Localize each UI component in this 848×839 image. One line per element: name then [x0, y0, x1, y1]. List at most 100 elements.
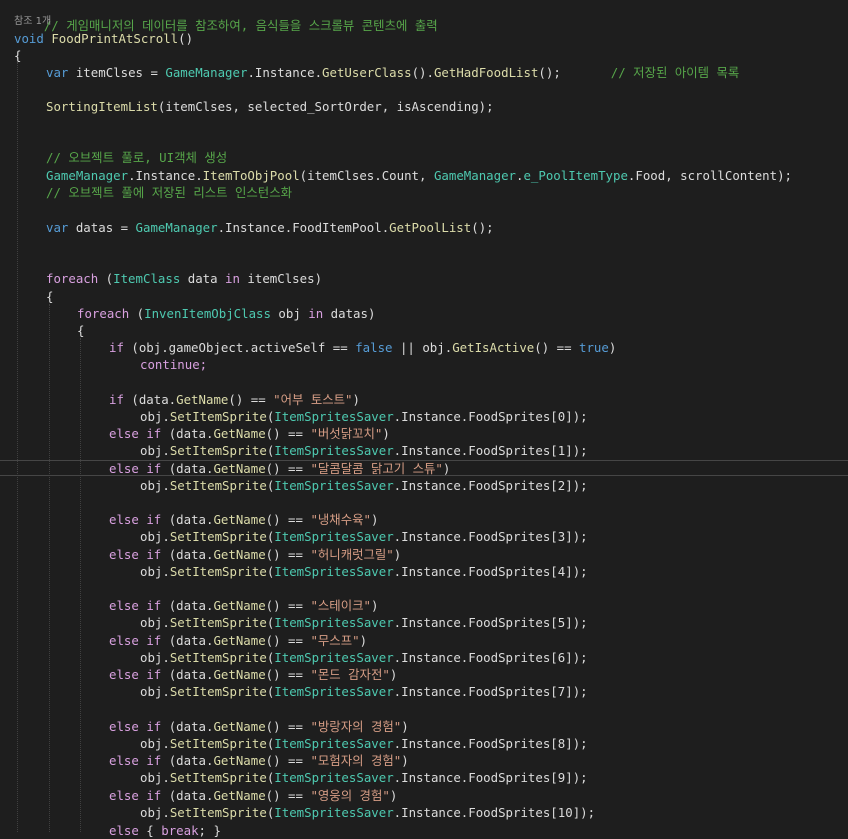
keyword-if: if	[109, 340, 124, 355]
code-line-foreach-items: foreach (ItemClass data in itemClses)	[0, 270, 848, 287]
type-name: ItemSpritesSaver	[274, 736, 394, 751]
method-call: SetItemSprite	[169, 736, 267, 751]
plain-text: () ==	[265, 547, 311, 562]
comment-text: // 오브젝트 풀로, UI객체 생성	[46, 150, 228, 165]
keyword-in: in	[225, 271, 240, 286]
plain-text: () ==	[265, 788, 311, 803]
food-name-string: "모험자의 경험"	[310, 753, 402, 768]
code-line-food-condition: else if (data.GetName() == "버섯닭꼬치")	[0, 425, 848, 442]
method-call: SetItemSprite	[169, 805, 267, 820]
type-name: ItemSpritesSaver	[274, 805, 394, 820]
code-line-food-condition: else if (data.GetName() == "무스프")	[0, 632, 848, 649]
type-name: GameManager	[433, 168, 516, 183]
keyword-else: else	[109, 426, 139, 441]
plain-text: )	[608, 340, 617, 355]
plain-text: (obj.gameObject.activeSelf ==	[123, 340, 356, 355]
plain-text: datas)	[323, 306, 376, 321]
code-line-food-sprite: obj.SetItemSprite(ItemSpritesSaver.Insta…	[0, 442, 848, 459]
method-call: ItemToObjPool	[202, 168, 300, 183]
method-call: SetItemSprite	[169, 564, 267, 579]
plain-text: )	[393, 547, 402, 562]
keyword-in: in	[308, 306, 324, 321]
method-call: GetName	[213, 547, 266, 562]
plain-text: .Food, scrollContent);	[627, 168, 793, 183]
keyword-if: if	[146, 633, 162, 648]
keyword-if: if	[146, 547, 162, 562]
code-line-else-break: else { break; }	[0, 822, 848, 839]
keyword-if: if	[146, 512, 162, 527]
plain-text: obj.	[140, 736, 170, 751]
code-line-food-condition: else if (data.GetName() == "달콤달콤 닭고기 스튜"…	[0, 460, 848, 477]
brace: {	[46, 289, 54, 304]
type-name: ItemSpritesSaver	[274, 478, 394, 493]
plain-text: data	[180, 271, 226, 286]
plain-text: (data.	[161, 788, 214, 803]
plain-text: .Instance.FoodSprites[	[393, 770, 558, 785]
method-call: GetName	[213, 512, 266, 527]
plain-text: ]);	[565, 478, 588, 493]
var-name: itemClses =	[68, 65, 166, 80]
type-name: ItemSpritesSaver	[274, 770, 394, 785]
keyword-else: else	[109, 598, 139, 613]
plain-text: (data.	[161, 667, 214, 682]
plain-text: () ==	[265, 598, 311, 613]
plain-text: (data.	[161, 461, 214, 476]
plain-text: obj.	[140, 443, 170, 458]
code-line-food-condition: else if (data.GetName() == "영웅의 경험")	[0, 787, 848, 804]
plain-text: ]);	[565, 736, 588, 751]
plain-text: .Instance.FoodSprites[	[393, 615, 558, 630]
plain-text: (data.	[161, 598, 214, 613]
code-editor[interactable]: // 게임매니저의 데이터를 참조하여, 음식들을 스크롤뷰 콘텐츠에 출력 참…	[0, 0, 848, 838]
plain-text: (data.	[123, 392, 177, 407]
plain-text: (itemClses.Count,	[299, 168, 434, 183]
keyword-if: if	[146, 598, 162, 613]
code-line-pool-call: GameManager .Instance.ItemToObjPool(itemC…	[0, 167, 848, 184]
method-call: GetName	[213, 426, 266, 441]
method-call: GetPoolList	[389, 220, 472, 235]
codelens-references[interactable]: 참조 1개	[14, 15, 51, 28]
plain-text: .Instance.FoodSprites[	[393, 564, 558, 579]
plain-text: () ==	[265, 512, 311, 527]
plain-text: )	[389, 667, 398, 682]
method-call: SetItemSprite	[169, 409, 267, 424]
code-line-continue: continue;	[0, 356, 848, 373]
code-line-food-sprite: obj.SetItemSprite(ItemSpritesSaver.Insta…	[0, 563, 848, 580]
plain-text: ]);	[565, 684, 588, 699]
keyword-else: else	[109, 823, 139, 838]
code-line-comment-header: // 게임매니저의 데이터를 참조하여, 음식들을 스크롤뷰 콘텐츠에 출력	[0, 0, 848, 33]
plain-text: )	[370, 512, 379, 527]
keyword-if: if	[146, 426, 162, 441]
code-line-foreach-datas: foreach (InvenItemObjClass obj in datas)	[0, 305, 848, 322]
keyword-foreach: foreach	[77, 306, 130, 321]
code-line-food-sprite: obj.SetItemSprite(ItemSpritesSaver.Insta…	[0, 477, 848, 494]
method-call: GetName	[213, 667, 266, 682]
keyword-var: var	[46, 220, 69, 235]
keyword-if: if	[146, 788, 162, 803]
var-name: datas =	[68, 220, 136, 235]
keyword-false: false	[355, 340, 393, 355]
method-name[interactable]: FoodPrintAtScroll	[51, 31, 178, 46]
code-line-food-condition: if (data.GetName() == "어부 토스트")	[0, 391, 848, 408]
plain-text: .Instance.FoodSprites[	[393, 409, 558, 424]
method-call: GetName	[213, 788, 266, 803]
plain-text: .Instance.	[128, 168, 203, 183]
food-name-string: "스테이크"	[310, 598, 371, 613]
food-name-string: "달콤달콤 닭고기 스튜"	[310, 461, 443, 476]
plain-text: (	[98, 271, 114, 286]
plain-text: )	[401, 719, 409, 734]
type-name: ItemSpritesSaver	[274, 650, 394, 665]
keyword-if: if	[109, 392, 124, 407]
plain-text: ; }	[198, 823, 221, 838]
plain-text: () ==	[265, 426, 311, 441]
plain-text: ]);	[565, 650, 588, 665]
